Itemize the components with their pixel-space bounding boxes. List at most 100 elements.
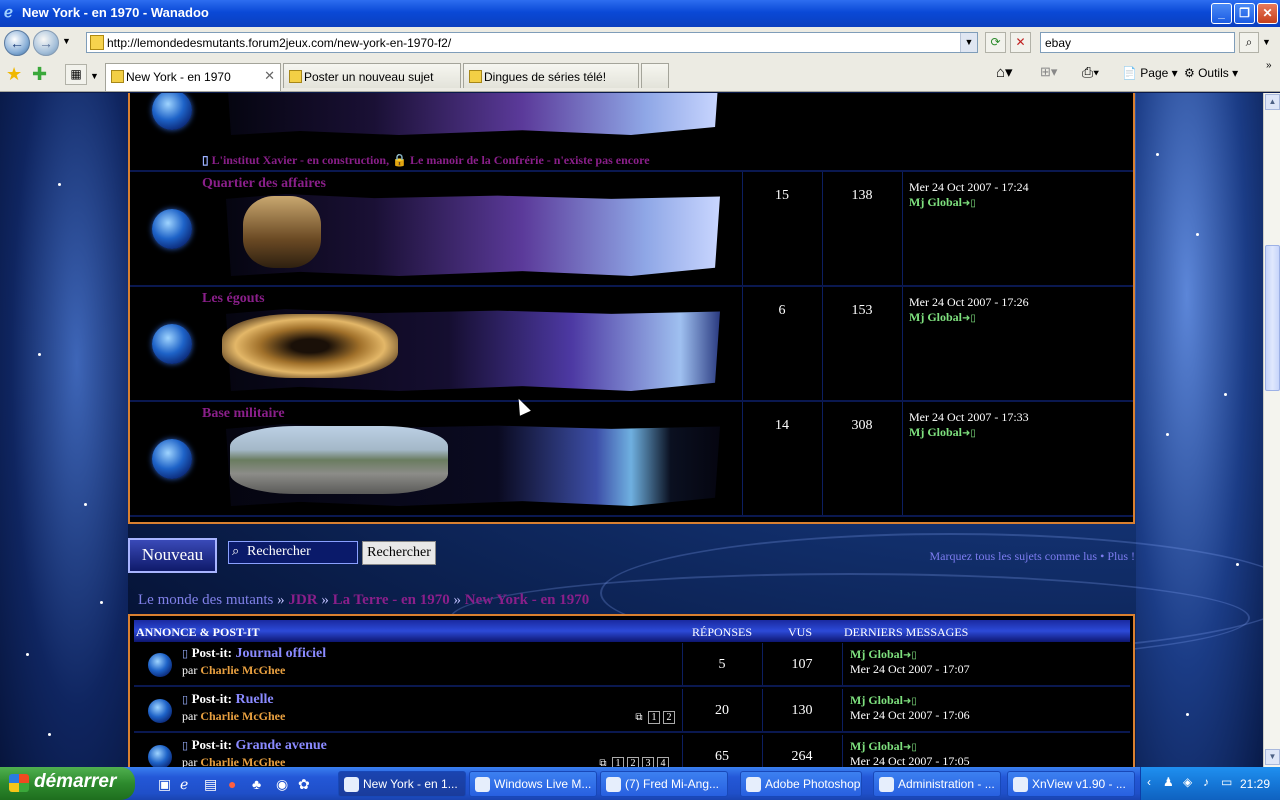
quicklaunch-icon[interactable]: ▣ bbox=[158, 776, 171, 793]
task-windows-live[interactable]: Windows Live M... bbox=[469, 771, 597, 797]
task-xnview[interactable]: XnView v1.90 - ... bbox=[1007, 771, 1135, 797]
minimize-button[interactable]: _ bbox=[1211, 3, 1232, 24]
task-new-york[interactable]: New York - en 1... bbox=[338, 771, 466, 797]
last-post-user[interactable]: Mj Global bbox=[909, 195, 962, 209]
history-dropdown-icon[interactable]: ▼ bbox=[62, 36, 71, 46]
breadcrumb-current[interactable]: New York - en 1970 bbox=[465, 592, 589, 608]
messenger-icon bbox=[606, 777, 621, 792]
task-fred[interactable]: (7) Fred Mi-Ang... bbox=[600, 771, 728, 797]
refresh-icon[interactable]: ⟳ bbox=[985, 32, 1006, 53]
address-bar[interactable]: http://lemondedesmutants.forum2jeux.com/… bbox=[86, 32, 978, 53]
favorites-star-icon[interactable]: ★ bbox=[6, 64, 22, 85]
topic-link[interactable]: Grande avenue bbox=[236, 738, 327, 753]
task-photoshop[interactable]: Adobe Photoshop bbox=[740, 771, 862, 797]
last-post: Mer 24 Oct 2007 - 17:33 Mj Global➜▯ bbox=[909, 410, 1029, 440]
topic-author[interactable]: Charlie McGhee bbox=[200, 709, 285, 723]
quicklaunch-ie-icon[interactable]: ℯ bbox=[180, 776, 188, 793]
maximize-button[interactable]: ❐ bbox=[1234, 3, 1255, 24]
new-topic-button[interactable]: Nouveau bbox=[128, 538, 217, 573]
post-count: 138 bbox=[851, 188, 873, 203]
go-to-post-icon[interactable]: ➜▯ bbox=[903, 742, 917, 753]
tray-user-icon[interactable]: ♟ bbox=[1163, 775, 1174, 789]
page-link[interactable]: 2 bbox=[663, 711, 675, 724]
page-link[interactable]: 1 bbox=[612, 757, 624, 767]
forum-title-link[interactable]: Les égouts bbox=[202, 291, 265, 307]
last-message-user[interactable]: Mj Global bbox=[850, 693, 903, 707]
tab-close-icon[interactable]: ✕ bbox=[264, 68, 275, 84]
tab-list-dropdown-icon[interactable]: ▼ bbox=[90, 71, 99, 81]
page-menu[interactable]: 📄 Page ▾ bbox=[1122, 66, 1178, 80]
last-post-user[interactable]: Mj Global bbox=[909, 310, 962, 324]
topic-author[interactable]: Charlie McGhee bbox=[200, 663, 285, 677]
last-message-user[interactable]: Mj Global bbox=[850, 739, 903, 753]
topic-count: 15 bbox=[775, 188, 789, 203]
mark-all-read-link[interactable]: Marquez tous les sujets comme lus bbox=[929, 549, 1097, 563]
quicklaunch-icon[interactable]: ♣ bbox=[252, 776, 261, 792]
go-to-post-icon[interactable]: ➜▯ bbox=[962, 198, 976, 209]
page-link[interactable]: 2 bbox=[627, 757, 639, 767]
page-link[interactable]: 3 bbox=[642, 757, 654, 767]
search-dropdown-icon[interactable]: ▼ bbox=[1262, 37, 1271, 47]
go-to-post-icon[interactable]: ➜▯ bbox=[903, 650, 917, 661]
quick-tabs-icon[interactable]: ▦ bbox=[65, 64, 87, 85]
last-post-date: Mer 24 Oct 2007 - 17:24 bbox=[909, 180, 1029, 194]
document-icon: ▯ bbox=[182, 740, 189, 752]
print-icon[interactable]: ⎙▾ bbox=[1082, 64, 1099, 81]
go-to-post-icon[interactable]: ➜▯ bbox=[962, 313, 976, 324]
back-button[interactable]: ← bbox=[4, 30, 30, 56]
topic-link[interactable]: Journal officiel bbox=[236, 646, 327, 661]
reply-count: 5 bbox=[718, 657, 726, 672]
feeds-icon[interactable]: ⊞▾ bbox=[1040, 64, 1057, 80]
last-message-user[interactable]: Mj Global bbox=[850, 647, 903, 661]
new-tab-button[interactable] bbox=[641, 63, 669, 88]
topic-author[interactable]: Charlie McGhee bbox=[200, 755, 285, 767]
stop-icon[interactable]: ✕ bbox=[1010, 32, 1031, 53]
page-icon bbox=[111, 70, 124, 83]
scroll-down-arrow-icon[interactable]: ▼ bbox=[1265, 749, 1280, 765]
go-to-post-icon[interactable]: ➜▯ bbox=[962, 428, 976, 439]
tray-monitor-icon[interactable]: ▭ bbox=[1221, 775, 1232, 789]
postit-label: Post-it: bbox=[191, 737, 232, 752]
tray-network-icon[interactable]: ◈ bbox=[1183, 775, 1192, 789]
tab-new-york[interactable]: New York - en 1970 ✕ bbox=[105, 63, 281, 91]
forum-search-input[interactable]: ⌕ Rechercher bbox=[228, 541, 358, 564]
topic-link[interactable]: Ruelle bbox=[236, 692, 274, 707]
close-button[interactable]: ✕ bbox=[1257, 3, 1278, 24]
tray-volume-icon[interactable]: ♪ bbox=[1203, 775, 1209, 789]
tab-dingues-series[interactable]: Dingues de séries télé! bbox=[463, 63, 639, 88]
add-favorite-icon[interactable]: ✚ bbox=[32, 64, 47, 85]
forum-title-link[interactable]: Base militaire bbox=[202, 406, 285, 422]
home-icon[interactable]: ⌂▾ bbox=[996, 63, 1013, 81]
page-icon bbox=[469, 70, 482, 83]
page-link[interactable]: 1 bbox=[648, 711, 660, 724]
subforum-link-institut[interactable]: L'institut Xavier - en construction bbox=[212, 153, 386, 167]
tray-expand-icon[interactable]: ‹ bbox=[1147, 775, 1151, 789]
breadcrumb-home[interactable]: Le monde des mutants bbox=[138, 592, 273, 608]
subforum-link-manoir[interactable]: Le manoir de la Confrérie - n'existe pas… bbox=[410, 153, 650, 167]
search-button[interactable]: Rechercher bbox=[362, 541, 436, 565]
vertical-scrollbar[interactable]: ▲ ▼ bbox=[1263, 93, 1280, 767]
scroll-thumb[interactable] bbox=[1265, 245, 1280, 391]
page-link[interactable]: 4 bbox=[657, 757, 669, 767]
quicklaunch-icon[interactable]: ◉ bbox=[276, 776, 288, 793]
more-link[interactable]: Plus ! bbox=[1107, 549, 1135, 563]
search-input[interactable] bbox=[1040, 32, 1235, 53]
quicklaunch-icon[interactable]: ● bbox=[228, 776, 236, 792]
toolbar-overflow-icon[interactable]: » bbox=[1266, 60, 1272, 71]
tools-menu[interactable]: ⚙ Outils ▾ bbox=[1184, 66, 1238, 80]
forum-title-link[interactable]: Quartier des affaires bbox=[202, 176, 326, 192]
go-to-post-icon[interactable]: ➜▯ bbox=[903, 696, 917, 707]
tab-poster-sujet[interactable]: Poster un nouveau sujet bbox=[283, 63, 461, 88]
breadcrumb-terre[interactable]: La Terre - en 1970 bbox=[333, 592, 450, 608]
quicklaunch-icon[interactable]: ▤ bbox=[204, 776, 217, 793]
search-icon[interactable]: ⌕ bbox=[1239, 32, 1259, 53]
address-dropdown-icon[interactable]: ▼ bbox=[960, 33, 977, 52]
scroll-up-arrow-icon[interactable]: ▲ bbox=[1265, 94, 1280, 110]
breadcrumb-jdr[interactable]: JDR bbox=[288, 592, 317, 608]
quicklaunch-icon[interactable]: ✿ bbox=[298, 776, 310, 793]
breadcrumb-separator: » bbox=[453, 592, 462, 608]
last-post-user[interactable]: Mj Global bbox=[909, 425, 962, 439]
forward-button[interactable]: → bbox=[33, 30, 59, 56]
task-administration[interactable]: Administration - ... bbox=[873, 771, 1001, 797]
start-button[interactable]: démarrer bbox=[0, 767, 135, 800]
